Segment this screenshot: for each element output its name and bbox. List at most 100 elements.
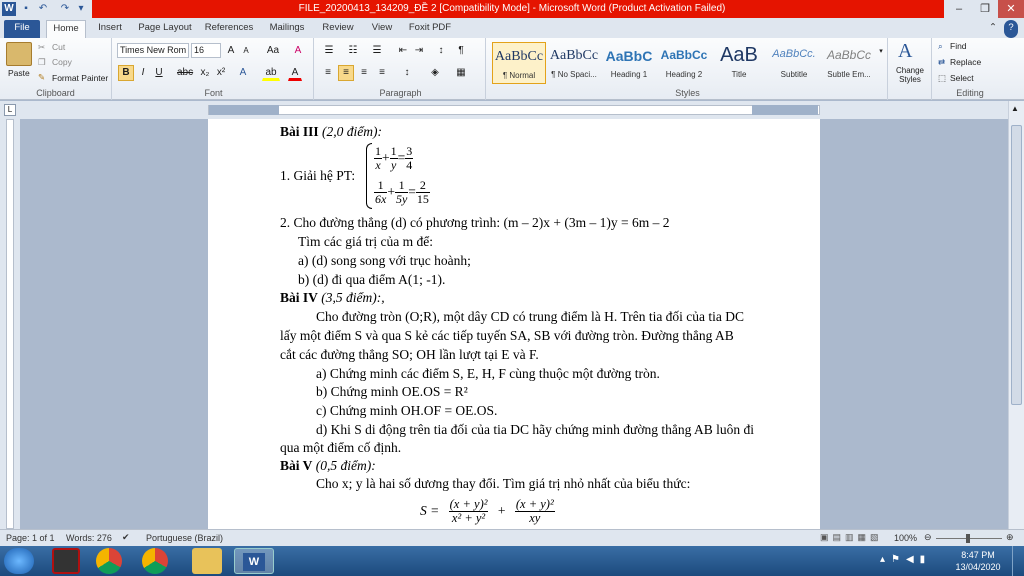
- borders-icon[interactable]: ▦: [452, 65, 470, 81]
- page-count[interactable]: Page: 1 of 1: [6, 533, 55, 543]
- increase-indent-icon[interactable]: ⇥: [412, 43, 426, 59]
- shading-icon[interactable]: ◈: [426, 65, 444, 81]
- subscript-icon[interactable]: x₂: [198, 65, 212, 81]
- style-heading-2[interactable]: AaBbCc Heading 2: [657, 42, 711, 84]
- equation-1: 1 x +1 y = 3 4: [374, 144, 414, 173]
- grow-font-icon[interactable]: A: [224, 43, 238, 59]
- chrome-icon-2[interactable]: [142, 548, 168, 574]
- brush-icon: ✎: [38, 72, 46, 82]
- align-right-icon[interactable]: ≡: [356, 65, 372, 81]
- section-bai-v: Bài V (0,5 điểm):: [280, 457, 376, 475]
- maximize-button[interactable]: ❐: [972, 0, 998, 18]
- minimize-ribbon-icon[interactable]: ⌃: [986, 20, 1000, 38]
- style-subtitle[interactable]: AaBbCc. Subtitle: [767, 42, 821, 84]
- word-count[interactable]: Words: 276: [66, 533, 112, 543]
- text-line: lấy một điểm S và qua S kẻ các tiếp tuyế…: [280, 328, 734, 343]
- tab-foxit-pdf[interactable]: Foxit PDF: [404, 20, 456, 38]
- font-size-combo[interactable]: 16: [191, 43, 221, 58]
- change-styles-icon[interactable]: A: [898, 40, 912, 63]
- scroll-up-icon[interactable]: ▲: [1011, 104, 1019, 113]
- tab-file[interactable]: File: [4, 20, 40, 38]
- style-normal[interactable]: AaBbCc ¶ Normal: [492, 42, 546, 84]
- tray-icons[interactable]: ▴⚑◀▮: [880, 554, 931, 565]
- tab-references[interactable]: References: [200, 20, 258, 38]
- font-name-combo[interactable]: Times New Rom: [117, 43, 189, 58]
- tab-review[interactable]: Review: [316, 20, 360, 38]
- bullets-icon[interactable]: ☰: [320, 43, 338, 59]
- superscript-icon[interactable]: x²: [214, 65, 228, 81]
- explorer-icon[interactable]: [192, 548, 222, 574]
- close-button[interactable]: ✕: [998, 0, 1024, 18]
- clock[interactable]: 8:47 PM 13/04/2020: [950, 549, 1006, 573]
- justify-icon[interactable]: ≡: [374, 65, 390, 81]
- fraction: 1 6x: [374, 178, 388, 207]
- numbering-icon[interactable]: ☷: [344, 43, 362, 59]
- styles-more-icon[interactable]: ▾: [876, 44, 886, 60]
- vertical-scrollbar[interactable]: ▲: [1008, 101, 1024, 529]
- underline-icon[interactable]: U: [152, 65, 166, 81]
- view-buttons-icon[interactable]: ▣▤▥▦▧: [820, 532, 880, 543]
- font-color-icon[interactable]: A: [288, 65, 302, 81]
- align-center-icon[interactable]: ≡: [338, 65, 354, 81]
- scroll-thumb[interactable]: [1011, 125, 1022, 405]
- tab-home[interactable]: Home: [46, 20, 86, 38]
- zoom-in-icon[interactable]: ⊕: [1006, 532, 1014, 543]
- decrease-indent-icon[interactable]: ⇤: [396, 43, 410, 59]
- horizontal-ruler[interactable]: L: [0, 101, 1024, 119]
- minimize-button[interactable]: –: [946, 0, 972, 18]
- font-label: Font: [204, 88, 223, 98]
- multilevel-list-icon[interactable]: ☰: [368, 43, 386, 59]
- sort-icon[interactable]: ↕: [434, 43, 448, 59]
- tab-selector-icon[interactable]: L: [4, 104, 16, 116]
- fraction: (x + y)² x² + y²: [448, 497, 489, 526]
- chrome-icon[interactable]: [96, 548, 122, 574]
- highlight-icon[interactable]: ab: [262, 65, 280, 81]
- style-heading-1[interactable]: AaBbC Heading 1: [602, 42, 656, 84]
- clear-formatting-icon[interactable]: A: [290, 43, 306, 59]
- change-styles-button[interactable]: Change Styles: [890, 66, 930, 84]
- game-app-icon[interactable]: [52, 548, 80, 574]
- replace-button[interactable]: Replace: [950, 57, 981, 67]
- show-desktop-button[interactable]: [1012, 546, 1024, 576]
- select-button[interactable]: Select: [950, 73, 974, 83]
- tab-insert[interactable]: Insert: [90, 20, 130, 38]
- style-subtle-emphasis[interactable]: AaBbCc Subtle Em...: [822, 42, 876, 84]
- style-title[interactable]: AaB Title: [712, 42, 766, 84]
- text-effects-icon[interactable]: A: [236, 65, 250, 81]
- line-spacing-icon[interactable]: ↕: [398, 65, 416, 81]
- window-title: FILE_20200413_134209_ĐỀ 2 [Compatibility…: [298, 3, 726, 14]
- proofing-icon[interactable]: ✔: [122, 532, 130, 543]
- start-icon[interactable]: [4, 548, 34, 574]
- strikethrough-icon[interactable]: abc: [176, 65, 194, 81]
- zoom-thumb[interactable]: [966, 534, 970, 543]
- show-marks-icon[interactable]: ¶: [454, 43, 468, 59]
- cut-button[interactable]: Cut: [52, 42, 65, 52]
- tab-view[interactable]: View: [364, 20, 400, 38]
- line-solve-system: 1. Giải hệ PT:: [280, 168, 356, 183]
- vertical-ruler[interactable]: [0, 119, 20, 529]
- paste-button[interactable]: Paste: [8, 68, 30, 78]
- document-page[interactable]: Bài III (2,0 điểm): 1. Giải hệ PT: 1 x +1 y…: [208, 119, 820, 529]
- paste-icon[interactable]: [6, 42, 32, 66]
- clock-date: 13/04/2020: [955, 562, 1001, 572]
- format-painter-button[interactable]: Format Painter: [52, 73, 108, 83]
- italic-icon[interactable]: I: [136, 65, 150, 81]
- zoom-out-icon[interactable]: ⊖: [924, 532, 932, 543]
- tab-page-layout[interactable]: Page Layout: [134, 20, 196, 38]
- copy-button[interactable]: Copy: [52, 57, 72, 67]
- find-button[interactable]: Find: [950, 41, 967, 51]
- language[interactable]: Portuguese (Brazil): [146, 533, 223, 543]
- tab-mailings[interactable]: Mailings: [262, 20, 312, 38]
- help-icon[interactable]: ?: [1004, 20, 1018, 38]
- word-icon: W: [243, 553, 265, 571]
- scissors-icon: ✂: [38, 42, 46, 52]
- word-taskbar-icon[interactable]: W: [234, 548, 274, 574]
- zoom-level[interactable]: 100%: [894, 533, 917, 543]
- shrink-font-icon[interactable]: A: [239, 43, 253, 59]
- bold-icon[interactable]: B: [118, 65, 134, 81]
- change-case-icon[interactable]: Aa: [264, 43, 282, 59]
- align-left-icon[interactable]: ≡: [320, 65, 336, 81]
- style-name: Heading 2: [665, 70, 703, 79]
- ruler-right-margin: [752, 105, 818, 115]
- style-no-spacing[interactable]: AaBbCc ¶ No Spaci...: [547, 42, 601, 84]
